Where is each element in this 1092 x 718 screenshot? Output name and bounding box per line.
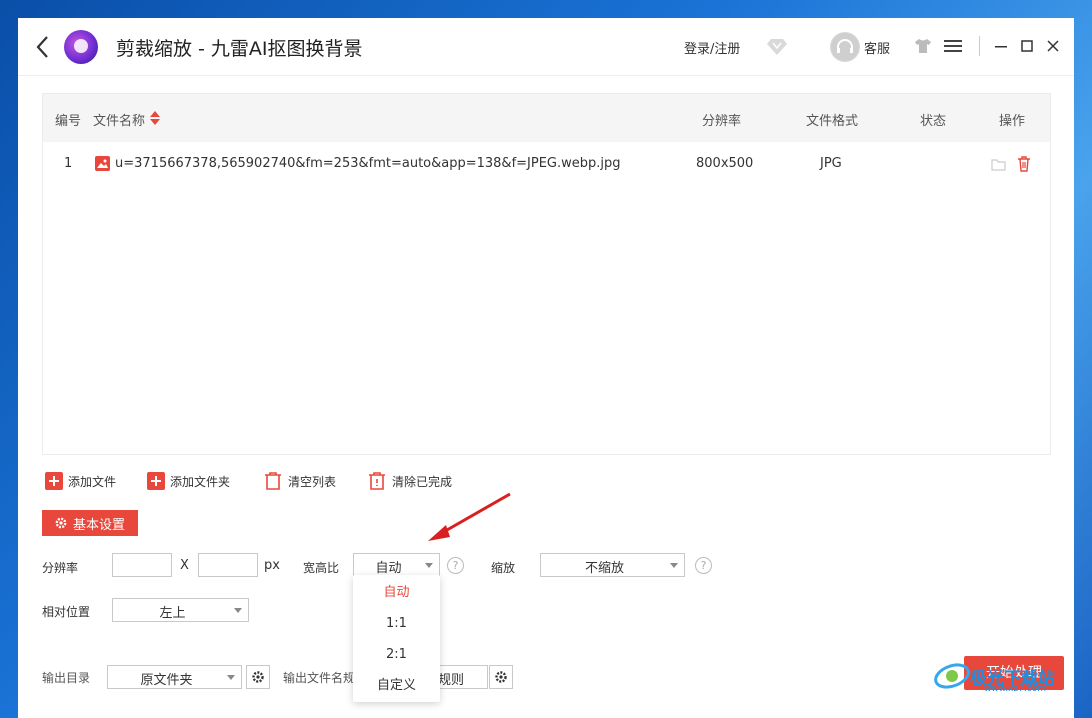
aspect-ratio-value: 自动 [375, 561, 402, 576]
width-input[interactable] [112, 553, 172, 577]
resolution-label: 分辨率 [42, 561, 79, 575]
image-file-icon [95, 156, 110, 171]
customer-service-avatar[interactable] [830, 32, 860, 62]
scale-label: 缩放 [491, 561, 516, 575]
add-folder-label: 添加文件夹 [170, 474, 231, 489]
clear-list-label: 清空列表 [288, 474, 337, 489]
height-input[interactable] [198, 553, 258, 577]
close-icon[interactable] [1044, 37, 1062, 55]
chevron-down-icon [425, 563, 433, 568]
row-resolution: 800x500 [696, 156, 754, 171]
row-filename: u=3715667378,565902740&fm=253&fmt=auto&a… [115, 156, 621, 171]
add-folder-button[interactable]: 添加文件夹 [147, 470, 230, 492]
output-dir-label: 输出目录 [42, 671, 91, 685]
chevron-down-icon [670, 563, 678, 568]
basic-settings-label: 基本设置 [72, 517, 125, 533]
menu-icon[interactable] [944, 38, 962, 54]
minimize-icon[interactable] [992, 37, 1010, 55]
open-folder-icon[interactable] [991, 158, 1006, 171]
sort-icon[interactable] [149, 111, 161, 125]
clear-list-button[interactable]: 清空列表 [263, 470, 336, 492]
clear-done-icon [369, 472, 385, 490]
chevron-down-icon [234, 608, 242, 613]
file-table: 编号 文件名称 分辨率 文件格式 状态 操作 1 u=3715667378,56… [42, 93, 1051, 455]
row-format: JPG [820, 156, 842, 171]
header-filename[interactable]: 文件名称 [93, 110, 145, 129]
header-status: 状态 [920, 114, 947, 129]
dropdown-option-auto[interactable]: 自动 [353, 577, 440, 608]
header-format: 文件格式 [806, 114, 859, 129]
maximize-icon[interactable] [1018, 37, 1036, 55]
aspect-ratio-label: 宽高比 [303, 561, 340, 575]
watermark-url: www.xz7.com [984, 684, 1046, 694]
back-arrow-icon[interactable] [32, 34, 56, 60]
site-watermark: 极光下载站 www.xz7.com [932, 650, 1072, 696]
annotation-arrow-icon [428, 492, 511, 541]
vip-diamond-icon[interactable] [766, 37, 788, 57]
aspect-ratio-dropdown: 自动 1:1 2:1 自定义 [353, 575, 440, 702]
add-folder-icon [147, 472, 165, 490]
title-divider [979, 36, 980, 56]
aspect-help-icon[interactable]: ? [447, 557, 464, 574]
output-dir-settings-button[interactable] [246, 665, 270, 689]
x-separator: X [180, 558, 189, 573]
output-filename-label: 输出文件名规 [283, 671, 356, 685]
clear-done-label: 清除已完成 [392, 474, 453, 489]
add-file-button[interactable]: 添加文件 [45, 470, 116, 492]
dropdown-option-2-1[interactable]: 2:1 [353, 639, 440, 670]
relative-position-value: 左上 [159, 606, 186, 621]
skin-shirt-icon[interactable] [914, 38, 932, 54]
trash-icon [265, 472, 281, 490]
title-bar: 剪裁缩放 - 九雷AI抠图换背景 登录/注册 客服 [18, 18, 1074, 76]
table-row[interactable]: 1 u=3715667378,565902740&fm=253&fmt=auto… [43, 142, 1050, 188]
basic-settings-button[interactable]: 基本设置 [42, 510, 138, 536]
output-dir-select[interactable]: 原文件夹 [107, 665, 242, 689]
app-title: 剪裁缩放 - 九雷AI抠图换背景 [116, 38, 363, 60]
relative-position-select[interactable]: 左上 [112, 598, 249, 622]
app-logo [64, 30, 98, 64]
row-index: 1 [64, 156, 73, 171]
relative-position-label: 相对位置 [42, 605, 91, 619]
aspect-ratio-select[interactable]: 自动 [353, 553, 440, 577]
header-resolution: 分辨率 [702, 114, 742, 129]
gear-icon [495, 671, 507, 683]
watermark-logo-icon [934, 663, 970, 689]
output-dir-value: 原文件夹 [140, 673, 193, 688]
px-unit: px [264, 558, 280, 573]
add-file-label: 添加文件 [68, 474, 117, 489]
output-filename-value: 规则 [438, 673, 465, 688]
output-filename-settings-button[interactable] [489, 665, 513, 689]
scale-select[interactable]: 不缩放 [540, 553, 685, 577]
delete-icon[interactable] [1017, 156, 1031, 172]
headset-icon [831, 33, 859, 61]
header-index: 编号 [55, 114, 82, 129]
dropdown-option-custom[interactable]: 自定义 [353, 670, 440, 701]
table-header: 编号 文件名称 分辨率 文件格式 状态 操作 [43, 94, 1050, 142]
scale-help-icon[interactable]: ? [695, 557, 712, 574]
scale-value: 不缩放 [584, 561, 624, 576]
customer-service-label[interactable]: 客服 [864, 38, 890, 57]
dropdown-option-1-1[interactable]: 1:1 [353, 608, 440, 639]
header-actions: 操作 [999, 114, 1026, 129]
chevron-down-icon [227, 675, 235, 680]
login-register-link[interactable]: 登录/注册 [684, 38, 740, 57]
gear-icon [55, 517, 67, 529]
add-file-icon [45, 472, 63, 490]
app-window: 剪裁缩放 - 九雷AI抠图换背景 登录/注册 客服 编号 文件名称 分辨率 文件… [18, 18, 1074, 718]
gear-icon [252, 671, 264, 683]
